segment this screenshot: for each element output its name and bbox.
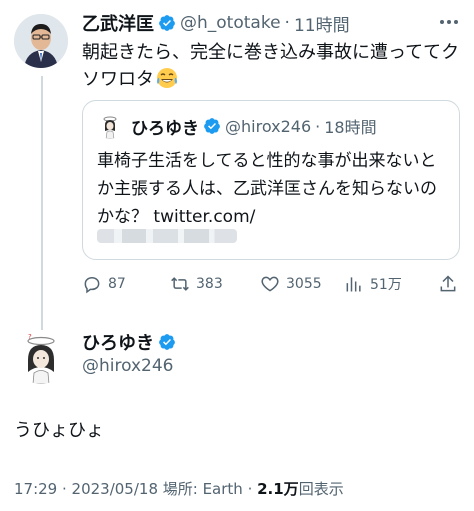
views-label: 回表示 <box>298 480 344 498</box>
like-button[interactable]: 3055 <box>260 274 322 294</box>
blurred-link-preview <box>97 229 237 243</box>
quoted-author-avatar <box>97 113 123 139</box>
main-tweet-text: うひょひょ <box>14 420 104 441</box>
tweet-meta: 17:29 · 2023/05/18 場所: Earth · 2.1万回表示 <box>14 478 344 499</box>
view-count: 51万 <box>370 277 402 293</box>
main-author-name[interactable]: ひろゆき <box>82 329 154 355</box>
separator-dot: · <box>315 116 321 136</box>
author-handle[interactable]: @h_ototake <box>180 13 281 33</box>
verified-badge-icon <box>159 334 175 350</box>
retweet-count: 383 <box>196 276 223 292</box>
tweet-action-bar: 87 383 3055 51万 <box>82 272 462 296</box>
thread-connector-line <box>41 76 43 330</box>
main-author-name-row: ひろゆき <box>82 330 180 354</box>
like-count: 3055 <box>286 276 322 292</box>
share-icon <box>440 275 456 292</box>
svg-text:?: ? <box>28 333 32 341</box>
more-options-icon[interactable] <box>438 14 460 30</box>
quoted-tweet-time: 18時間 <box>324 118 377 137</box>
tweet-time[interactable]: 11時間 <box>294 11 350 36</box>
quoted-tweet-header: ひろゆき @hirox246 · 18時間 <box>97 113 377 139</box>
avatar[interactable] <box>14 14 68 68</box>
quoted-author-name: ひろゆき <box>131 118 199 139</box>
quoted-tweet-text: 車椅子生活をしてると性的な事が出来ないとか主張する人は、乙武洋匡さんを知らないの… <box>97 151 437 227</box>
tweet-text-content: 朝起きたら、完全に巻き込み事故に遭っててクソワロタ <box>82 42 460 90</box>
heart-icon <box>261 276 279 292</box>
retweet-icon <box>171 277 189 291</box>
reply-count: 87 <box>108 276 126 292</box>
main-view-count: 2.1万 <box>257 480 299 498</box>
retweet-button[interactable]: 383 <box>170 274 223 294</box>
reply-icon <box>84 276 100 294</box>
views-button[interactable]: 51万 <box>344 274 402 294</box>
separator-dot: · <box>284 13 290 33</box>
tweet-text: 朝起きたら、完全に巻き込み事故に遭っててクソワロタ <box>82 39 460 93</box>
quoted-tweet-card[interactable]: ひろゆき @hirox246 · 18時間 車椅子生活をしてると性的な事が出来な… <box>82 100 460 260</box>
verified-badge-icon <box>204 118 220 134</box>
verified-badge-icon <box>159 15 175 31</box>
author-name[interactable]: 乙武洋匡 <box>82 10 154 36</box>
quoted-author-handle: @hirox246 <box>225 116 312 136</box>
tweet-timestamp-location[interactable]: 17:29 · 2023/05/18 場所: Earth · <box>14 480 257 498</box>
reply-button[interactable]: 87 <box>82 274 126 294</box>
tears-of-joy-emoji-icon <box>157 68 177 88</box>
analytics-bar-chart-icon <box>346 277 361 292</box>
main-author-handle[interactable]: @hirox246 <box>82 356 174 376</box>
share-button[interactable] <box>438 274 464 294</box>
avatar[interactable]: ? <box>14 330 68 384</box>
tweet-header: 乙武洋匡 @h_ototake · 11時間 <box>82 10 350 36</box>
